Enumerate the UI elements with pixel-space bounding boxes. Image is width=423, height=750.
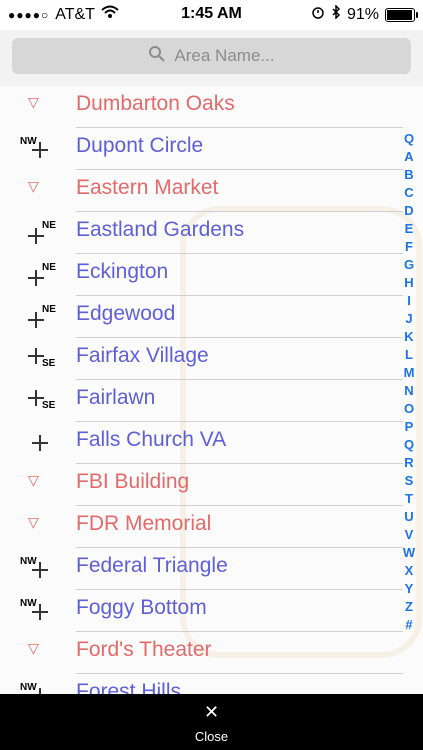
list-item-label: Foggy Bottom [76, 596, 207, 619]
list-item[interactable]: ▽ Eastern Market [0, 170, 403, 212]
search-icon [148, 45, 166, 68]
index-u[interactable]: U [399, 508, 419, 526]
list-item[interactable]: SE Fairfax Village [0, 338, 403, 380]
list-item-label: Dumbarton Oaks [76, 92, 235, 115]
index-r[interactable]: R [399, 454, 419, 472]
list-item[interactable]: NW Dupont Circle [0, 128, 403, 170]
list-item-label: Falls Church VA [76, 428, 227, 451]
index-v[interactable]: V [399, 526, 419, 544]
list-item-label: Edgewood [76, 302, 176, 325]
list-item-label: Eastern Market [76, 176, 219, 199]
ne-cross-icon: NE [18, 262, 60, 288]
nw-cross-icon: NW [18, 556, 60, 582]
list-item-label: Federal Triangle [76, 554, 228, 577]
list-item-label: Ford's Theater [76, 638, 212, 661]
triangle-icon: ▽ [28, 178, 39, 194]
index-c[interactable]: C [399, 184, 419, 202]
index-g[interactable]: G [399, 256, 419, 274]
index-d[interactable]: D [399, 202, 419, 220]
list-item[interactable]: Falls Church VA [0, 422, 403, 464]
close-bar[interactable]: ✕ Close [0, 694, 423, 750]
nw-cross-icon: NW [18, 598, 60, 624]
list-item-label: Fairfax Village [76, 344, 209, 367]
list-item[interactable]: NW Foggy Bottom [0, 590, 403, 632]
list-item-label: Dupont Circle [76, 134, 204, 157]
index-hash[interactable]: # [399, 616, 419, 634]
list-item[interactable]: ▽ FDR Memorial [0, 506, 403, 548]
index-z[interactable]: Z [399, 598, 419, 616]
index-m[interactable]: M [399, 364, 419, 382]
cross-icon [18, 430, 60, 456]
battery-percent: 91% [346, 5, 379, 23]
list-item-label: Forest Hills [76, 680, 182, 694]
list-item-label: Fairlawn [76, 386, 156, 409]
close-button[interactable]: Close [0, 729, 423, 744]
list-item[interactable]: ▽ Dumbarton Oaks [0, 86, 403, 128]
index-t[interactable]: T [399, 490, 419, 508]
index-y[interactable]: Y [399, 580, 419, 598]
index-i[interactable]: I [399, 292, 419, 310]
index-p[interactable]: P [399, 418, 419, 436]
alarm-icon [311, 5, 325, 24]
list-item[interactable]: ▽ Ford's Theater [0, 632, 403, 674]
area-list[interactable]: ▽ Dumbarton Oaks NW Dupont Circle ▽ East… [0, 86, 423, 694]
nw-cross-icon: NW [18, 682, 60, 694]
index-q[interactable]: Q [399, 436, 419, 454]
list-item[interactable]: NW Federal Triangle [0, 548, 403, 590]
alphabet-index[interactable]: Q A B C D E F G H I J K L M N O P Q R S … [399, 130, 419, 634]
index-e[interactable]: E [399, 220, 419, 238]
status-bar: ●●●●○ AT&T 1:45 AM 91% [0, 0, 423, 30]
list-item[interactable]: NE Edgewood [0, 296, 403, 338]
list-item-label: FBI Building [76, 470, 190, 493]
close-icon[interactable]: ✕ [204, 702, 219, 723]
se-cross-icon: SE [18, 388, 60, 414]
ne-cross-icon: NE [18, 304, 60, 330]
battery-icon [385, 7, 418, 22]
index-search[interactable]: Q [399, 130, 419, 148]
triangle-icon: ▽ [28, 472, 39, 488]
index-b[interactable]: B [399, 166, 419, 184]
list-item[interactable]: NE Eastland Gardens [0, 212, 403, 254]
triangle-icon: ▽ [28, 94, 39, 110]
list-item-label: Eastland Gardens [76, 218, 245, 241]
index-a[interactable]: A [399, 148, 419, 166]
search-placeholder: Area Name... [174, 46, 275, 65]
index-o[interactable]: O [399, 400, 419, 418]
list-item[interactable]: SE Fairlawn [0, 380, 403, 422]
index-j[interactable]: J [399, 310, 419, 328]
search-input[interactable]: Area Name... [12, 38, 411, 74]
se-cross-icon: SE [18, 346, 60, 372]
index-s[interactable]: S [399, 472, 419, 490]
bluetooth-icon [331, 4, 341, 24]
index-f[interactable]: F [399, 238, 419, 256]
index-h[interactable]: H [399, 274, 419, 292]
nw-cross-icon: NW [18, 136, 60, 162]
triangle-icon: ▽ [28, 514, 39, 530]
ne-cross-icon: NE [18, 220, 60, 246]
list-item-label: Eckington [76, 260, 169, 283]
index-w[interactable]: W [399, 544, 419, 562]
index-n[interactable]: N [399, 382, 419, 400]
list-item[interactable]: NE Eckington [0, 254, 403, 296]
index-x[interactable]: X [399, 562, 419, 580]
triangle-icon: ▽ [28, 640, 39, 656]
list-item-label: FDR Memorial [76, 512, 212, 535]
search-area: Area Name... [0, 30, 423, 86]
battery-area: 91% [311, 4, 418, 24]
index-l[interactable]: L [399, 346, 419, 364]
index-k[interactable]: K [399, 328, 419, 346]
list-item[interactable]: NW Forest Hills [0, 674, 403, 694]
list-item[interactable]: ▽ FBI Building [0, 464, 403, 506]
